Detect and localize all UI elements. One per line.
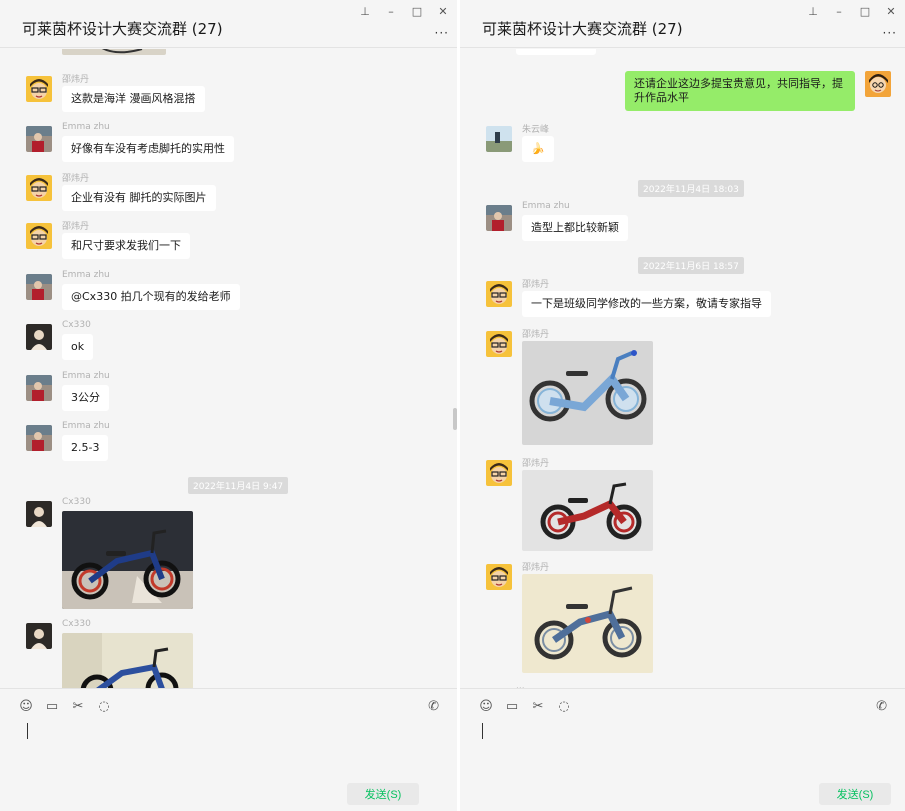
- sender-name: 朱云峰: [522, 125, 550, 135]
- send-button[interactable]: 发送(S): [819, 783, 891, 805]
- sender-name: 邵炜丹: [62, 75, 90, 85]
- sender-name: 邵炜丹: [62, 222, 90, 232]
- chat-window-right: 可莱茵杯设计大赛交流群 (27) ⊥ – □ ✕ ··· 还请企业这边多提宝贵意…: [460, 0, 905, 811]
- phone-icon[interactable]: ✆: [876, 699, 887, 714]
- message-bubble[interactable]: 造型上都比较新颖: [522, 215, 628, 241]
- image-thumbnail[interactable]: [522, 574, 653, 673]
- sender-name: 邵炜丹: [522, 459, 550, 469]
- avatar[interactable]: [486, 126, 512, 152]
- image-thumbnail[interactable]: [522, 470, 653, 551]
- chat-bubble-icon[interactable]: ◌: [556, 699, 572, 714]
- message-bubble[interactable]: 企业有没有 脚托的实际图片: [62, 185, 216, 211]
- composer: ☺ ▭ ✂ ◌ ✆ 发送(S): [460, 688, 905, 811]
- avatar[interactable]: [486, 331, 512, 357]
- avatar[interactable]: [26, 175, 52, 201]
- avatar[interactable]: [486, 564, 512, 590]
- message-bubble[interactable]: 一下是班级同学修改的一些方案，敬请专家指导: [522, 291, 771, 317]
- chat-bubble-icon[interactable]: ◌: [96, 699, 112, 714]
- emoji-icon[interactable]: ☺: [18, 699, 34, 714]
- maximize-icon[interactable]: □: [859, 6, 871, 18]
- sender-name: Emma zhu: [62, 421, 110, 431]
- sender-name: 邵炜丹: [522, 280, 550, 290]
- avatar[interactable]: [486, 205, 512, 231]
- pin-icon[interactable]: ⊥: [359, 6, 371, 18]
- sender-name: Emma zhu: [62, 371, 110, 381]
- sender-name: Cx330: [62, 320, 91, 330]
- pin-icon[interactable]: ⊥: [807, 6, 819, 18]
- sender-name: 邵炜丹: [522, 330, 550, 340]
- avatar[interactable]: [26, 223, 52, 249]
- title-bar: 可莱茵杯设计大赛交流群 (27) ⊥ – □ ✕ ···: [460, 0, 905, 48]
- sender-name: Emma zhu: [62, 122, 110, 132]
- more-icon[interactable]: ···: [883, 26, 897, 40]
- emoji-icon[interactable]: ☺: [478, 699, 494, 714]
- message-bubble[interactable]: @Cx330 拍几个现有的发给老师: [62, 284, 240, 310]
- sender-name: Cx330: [62, 497, 91, 507]
- avatar[interactable]: [26, 623, 52, 649]
- avatar[interactable]: [26, 274, 52, 300]
- close-icon[interactable]: ✕: [437, 6, 449, 18]
- send-button[interactable]: 发送(S): [347, 783, 419, 805]
- message-input[interactable]: [482, 723, 483, 739]
- message-bubble[interactable]: 和尺寸要求发我们一下: [62, 233, 190, 259]
- minimize-icon[interactable]: –: [385, 6, 397, 18]
- message-bubble[interactable]: 2.5-3: [62, 435, 109, 461]
- title-bar: 可莱茵杯设计大赛交流群 (27) ⊥ – □ ✕ ···: [0, 0, 457, 48]
- message-bubble[interactable]: [516, 49, 596, 55]
- avatar[interactable]: [486, 460, 512, 486]
- message-bubble[interactable]: 还请企业这边多提宝贵意见，共同指导，提升作品水平: [625, 71, 855, 111]
- close-icon[interactable]: ✕: [885, 6, 897, 18]
- image-thumbnail[interactable]: [62, 633, 193, 688]
- avatar[interactable]: [26, 375, 52, 401]
- avatar[interactable]: [865, 71, 891, 97]
- phone-icon[interactable]: ✆: [428, 699, 439, 714]
- avatar[interactable]: [486, 281, 512, 307]
- folder-icon[interactable]: ▭: [504, 699, 520, 714]
- timestamp: 2022年11月4日 9:47: [188, 477, 289, 494]
- avatar[interactable]: [26, 126, 52, 152]
- message-list[interactable]: 邵炜丹 这款是海洋 漫画风格混搭 Emma zhu 好像有车没有考虑脚托的实用性…: [0, 49, 457, 688]
- sender-name: Emma zhu: [62, 270, 110, 280]
- avatar[interactable]: [26, 425, 52, 451]
- sender-name: 邵炜丹: [62, 174, 90, 184]
- timestamp: 2022年11月6日 18:57: [638, 257, 744, 274]
- message-bubble[interactable]: ok: [62, 334, 94, 360]
- more-icon[interactable]: ···: [435, 26, 449, 40]
- message-bubble[interactable]: 🍌: [522, 136, 554, 162]
- scissors-icon[interactable]: ✂: [530, 699, 546, 714]
- timestamp: 2022年11月4日 18:03: [638, 180, 744, 197]
- maximize-icon[interactable]: □: [411, 6, 423, 18]
- sender-name: Emma zhu: [522, 201, 570, 211]
- message-bubble[interactable]: 3公分: [62, 385, 109, 411]
- message-bubble[interactable]: 好像有车没有考虑脚托的实用性: [62, 136, 234, 162]
- message-bubble[interactable]: 这款是海洋 漫画风格混搭: [62, 86, 205, 112]
- chat-title: 可莱茵杯设计大赛交流群 (27): [482, 20, 683, 38]
- avatar[interactable]: [26, 501, 52, 527]
- image-thumbnail[interactable]: [522, 341, 653, 445]
- composer: ☺ ▭ ✂ ◌ ✆ 发送(S): [0, 688, 457, 811]
- chat-title: 可莱茵杯设计大赛交流群 (27): [22, 20, 223, 38]
- image-thumbnail[interactable]: [62, 511, 193, 609]
- sender-name: 邵炜丹: [522, 563, 550, 573]
- image-thumbnail[interactable]: [62, 49, 166, 55]
- message-input[interactable]: [27, 723, 28, 739]
- avatar[interactable]: [26, 324, 52, 350]
- chat-window-left: 可莱茵杯设计大赛交流群 (27) ⊥ – □ ✕ ··· 邵炜丹 这款是海洋 漫…: [0, 0, 457, 811]
- scissors-icon[interactable]: ✂: [70, 699, 86, 714]
- message-list[interactable]: 还请企业这边多提宝贵意见，共同指导，提升作品水平 朱云峰 🍌 2022年11月4…: [460, 49, 905, 688]
- folder-icon[interactable]: ▭: [44, 699, 60, 714]
- minimize-icon[interactable]: –: [833, 6, 845, 18]
- avatar[interactable]: [26, 76, 52, 102]
- sender-name: Cx330: [62, 619, 91, 629]
